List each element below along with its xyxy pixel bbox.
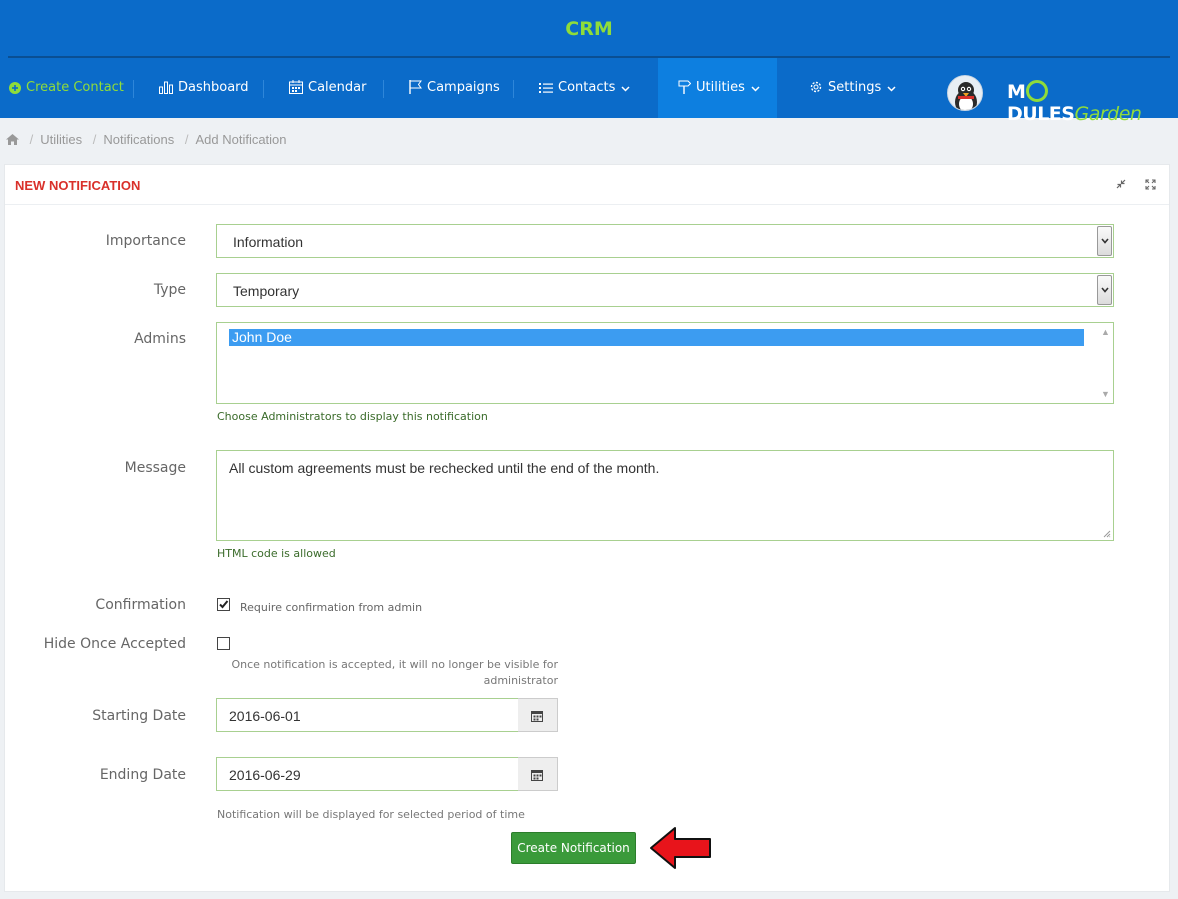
message-label: Message (124, 460, 186, 476)
new-notification-card: NEW NOTIFICATION Importance Information … (4, 164, 1170, 892)
calendar-icon (531, 711, 543, 722)
card-title: NEW NOTIFICATION (15, 178, 141, 193)
ending-date-value: 2016-06-29 (229, 767, 301, 783)
nav-separator (513, 80, 514, 98)
app-title: CRM (565, 18, 613, 40)
date-range-help-text: Notification will be displayed for selec… (217, 808, 525, 821)
create-notification-button[interactable]: Create Notification (511, 832, 636, 864)
admins-label: Admins (134, 331, 186, 347)
breadcrumb-current: Add Notification (195, 132, 287, 147)
ending-date-input[interactable]: 2016-06-29 (216, 757, 519, 791)
calendar-icon (289, 80, 303, 94)
importance-select[interactable]: Information (216, 224, 1114, 258)
confirmation-checkbox-label: Require confirmation from admin (240, 601, 423, 614)
confirmation-checkbox[interactable] (217, 598, 230, 611)
bar-chart-icon (159, 81, 173, 94)
scroll-down-icon[interactable]: ▼ (1101, 389, 1110, 399)
starting-date-input[interactable]: 2016-06-01 (216, 698, 519, 732)
home-icon[interactable] (6, 134, 19, 145)
nav-dashboard-label: Dashboard (178, 80, 249, 95)
gear-icon (810, 81, 822, 93)
nav-create-contact[interactable]: Create Contact (9, 58, 124, 118)
nav-create-contact-label: Create Contact (26, 80, 124, 95)
nav-contacts[interactable]: Contacts (539, 58, 630, 118)
importance-dropdown-button[interactable] (1097, 226, 1112, 256)
chevron-down-icon (887, 86, 896, 92)
message-value: All custom agreements must be rechecked … (229, 460, 660, 476)
type-label: Type (153, 282, 186, 298)
nav-separator (383, 80, 384, 98)
card-header: NEW NOTIFICATION (5, 165, 1169, 205)
nav-separator (263, 80, 264, 98)
logo-ring-icon (1026, 80, 1049, 102)
nav-dashboard[interactable]: Dashboard (159, 58, 249, 118)
checkmark-icon (219, 600, 229, 609)
admins-option-selected[interactable]: John Doe (229, 329, 1084, 346)
message-textarea[interactable]: All custom agreements must be rechecked … (216, 450, 1114, 541)
chevron-down-icon (751, 86, 760, 92)
collapse-icon[interactable] (1116, 179, 1126, 189)
fullscreen-icon[interactable] (1145, 179, 1156, 190)
hide-once-accepted-help: Once notification is accepted, it will n… (231, 658, 558, 687)
starting-date-picker-button[interactable] (518, 698, 558, 732)
nav-calendar[interactable]: Calendar (289, 58, 366, 118)
nav-separator (133, 80, 134, 98)
main-nav: Create Contact Dashboard Calendar Campai… (0, 58, 1178, 118)
flag-icon (409, 80, 422, 94)
type-value: Temporary (233, 283, 300, 299)
starting-date-value: 2016-06-01 (229, 708, 301, 724)
type-dropdown-button[interactable] (1097, 275, 1112, 305)
chevron-down-icon (621, 86, 630, 92)
top-header: CRM Create Contact Dashboard Calendar Ca… (0, 0, 1178, 125)
scroll-up-icon[interactable]: ▲ (1101, 327, 1110, 337)
nav-utilities-label: Utilities (696, 80, 745, 95)
calendar-icon (531, 770, 543, 781)
chevron-down-icon (1101, 238, 1109, 244)
chevron-down-icon (1101, 287, 1109, 293)
breadcrumb-utilities[interactable]: Utilities (40, 132, 82, 147)
nav-campaigns-label: Campaigns (427, 80, 500, 95)
importance-label: Importance (105, 233, 186, 249)
admins-multiselect[interactable]: John Doe ▲ ▼ (216, 322, 1114, 404)
nav-utilities[interactable]: Utilities (658, 58, 777, 118)
message-help-text: HTML code is allowed (217, 547, 336, 560)
ending-date-label: Ending Date (99, 767, 186, 783)
nav-campaigns[interactable]: Campaigns (409, 58, 500, 118)
brand-logo: MDULESGarden (1007, 80, 1142, 125)
plus-circle-icon (9, 82, 21, 94)
breadcrumb: / Utilities / Notifications / Add Notificat… (6, 132, 287, 147)
list-icon (539, 83, 553, 93)
nav-settings[interactable]: Settings (809, 58, 896, 118)
signpost-icon (678, 80, 692, 94)
hide-once-accepted-checkbox[interactable] (217, 637, 230, 650)
user-avatar[interactable] (947, 75, 983, 111)
red-arrow-annotation-icon (650, 827, 711, 869)
nav-contacts-label: Contacts (558, 80, 616, 95)
importance-value: Information (233, 234, 304, 250)
admins-scrollbar[interactable]: ▲ ▼ (1098, 324, 1112, 402)
nav-settings-label: Settings (828, 80, 882, 95)
starting-date-label: Starting Date (92, 708, 186, 724)
hide-once-accepted-label: Hide Once Accepted (43, 636, 186, 652)
nav-calendar-label: Calendar (308, 80, 367, 95)
admins-help-text: Choose Administrators to display this no… (217, 410, 488, 423)
resize-handle-icon[interactable] (1103, 530, 1111, 538)
breadcrumb-notifications[interactable]: Notifications (103, 132, 174, 147)
ending-date-picker-button[interactable] (518, 757, 558, 791)
confirmation-label: Confirmation (95, 597, 186, 613)
type-select[interactable]: Temporary (216, 273, 1114, 307)
